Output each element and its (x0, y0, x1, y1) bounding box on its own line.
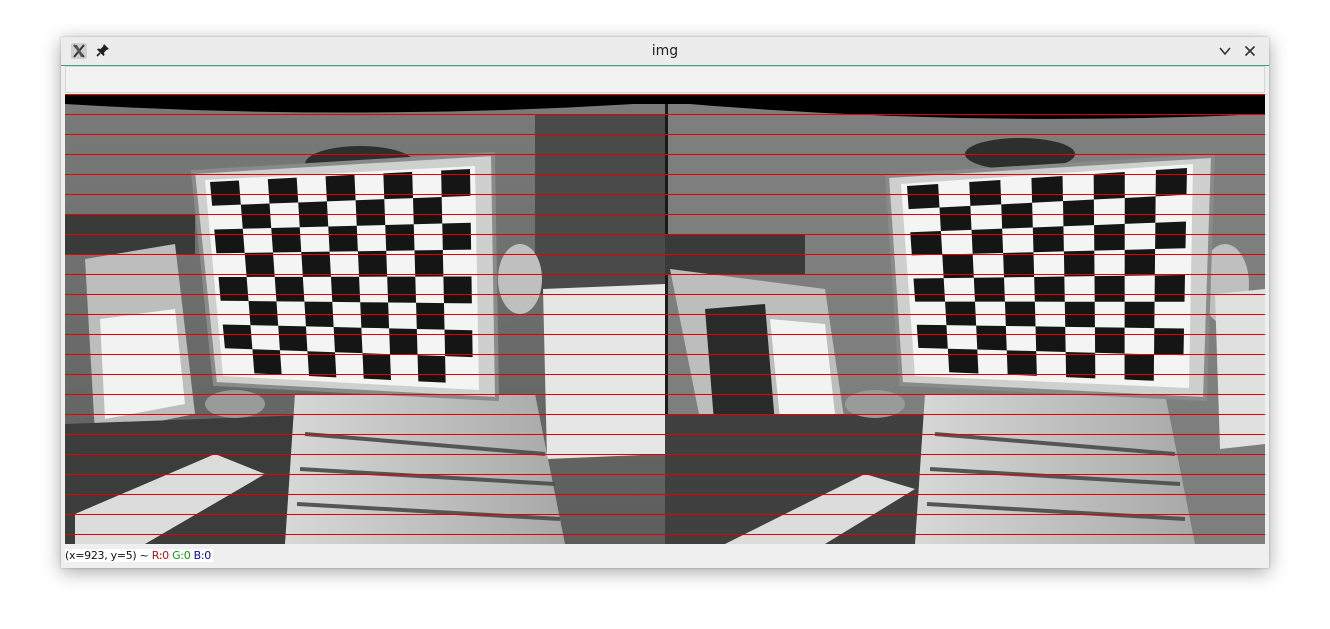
checker-square (1124, 353, 1155, 381)
right-view (665, 94, 1265, 544)
checker-square (1155, 168, 1187, 197)
checker-square (1124, 196, 1156, 224)
checker-square (385, 224, 415, 251)
checker-square (441, 169, 471, 197)
checker-square (278, 325, 308, 352)
window-title: img (651, 43, 679, 59)
checker-square (973, 277, 1005, 302)
checker-square (274, 276, 305, 302)
checker-square (907, 184, 940, 210)
checker-square (416, 302, 445, 330)
stereo-image (65, 94, 1265, 544)
checker-square (1035, 326, 1066, 352)
toolbar (65, 66, 1265, 93)
checker-square (945, 301, 977, 326)
checker-square (240, 203, 272, 229)
checker-square (1063, 199, 1095, 227)
close-icon[interactable] (1242, 43, 1258, 59)
checker-square (252, 349, 282, 375)
checker-square (1094, 223, 1125, 251)
checker-square (412, 196, 443, 225)
checker-square (271, 227, 302, 253)
checker-square (387, 276, 417, 303)
checker-square (1154, 275, 1185, 302)
checker-square (222, 324, 253, 350)
status-blue-value: B:0 (193, 549, 212, 562)
checker-square (1032, 226, 1064, 253)
checker-square (916, 324, 948, 349)
checker-square (325, 174, 356, 202)
status-green-value: G:0 (172, 549, 191, 562)
checker-square (214, 228, 245, 254)
checker-square (1001, 202, 1033, 229)
checker-square (1003, 252, 1035, 278)
status-coords: (x=923, y=5) ~ (65, 549, 149, 562)
checker-square (976, 325, 1007, 351)
checker-square (1034, 276, 1065, 302)
checker-square (913, 278, 946, 302)
checker-square (330, 276, 361, 303)
checker-square (969, 180, 1002, 206)
image-canvas[interactable] (65, 94, 1265, 544)
status-red-value: R:0 (151, 549, 169, 562)
image-window: img (x=923, y=5) ~ R:0 G:0 B:0 (61, 37, 1269, 568)
left-view (65, 94, 665, 544)
checker-square (947, 348, 979, 374)
checker-square (267, 177, 299, 204)
checker-square (1094, 275, 1125, 302)
title-bar[interactable]: img (61, 37, 1269, 66)
checker-square (971, 228, 1004, 254)
checker-square (443, 276, 472, 304)
checker-square (244, 252, 275, 277)
checker-square (1031, 176, 1063, 203)
checker-square (1093, 172, 1125, 200)
checker-square (939, 205, 972, 232)
checker-square (1155, 221, 1186, 250)
checker-square (218, 276, 249, 302)
checker-square (1094, 327, 1125, 354)
checker-square (210, 180, 241, 206)
checker-square (1124, 249, 1156, 276)
checker-square (389, 328, 418, 356)
checker-square (444, 329, 473, 358)
checker-square (328, 225, 358, 252)
checker-square (362, 353, 391, 380)
checker-square (442, 222, 472, 251)
checker-square (307, 351, 337, 378)
checker-square (333, 327, 363, 354)
chevron-down-icon[interactable] (1217, 43, 1233, 59)
status-bar: (x=923, y=5) ~ R:0 G:0 B:0 (65, 547, 1265, 565)
checker-square (355, 199, 386, 226)
checker-square (360, 302, 390, 329)
checker-square (301, 251, 331, 277)
checker-square (1154, 328, 1184, 356)
checker-square (417, 355, 446, 383)
checker-square (248, 301, 279, 326)
checker-square (383, 171, 413, 200)
